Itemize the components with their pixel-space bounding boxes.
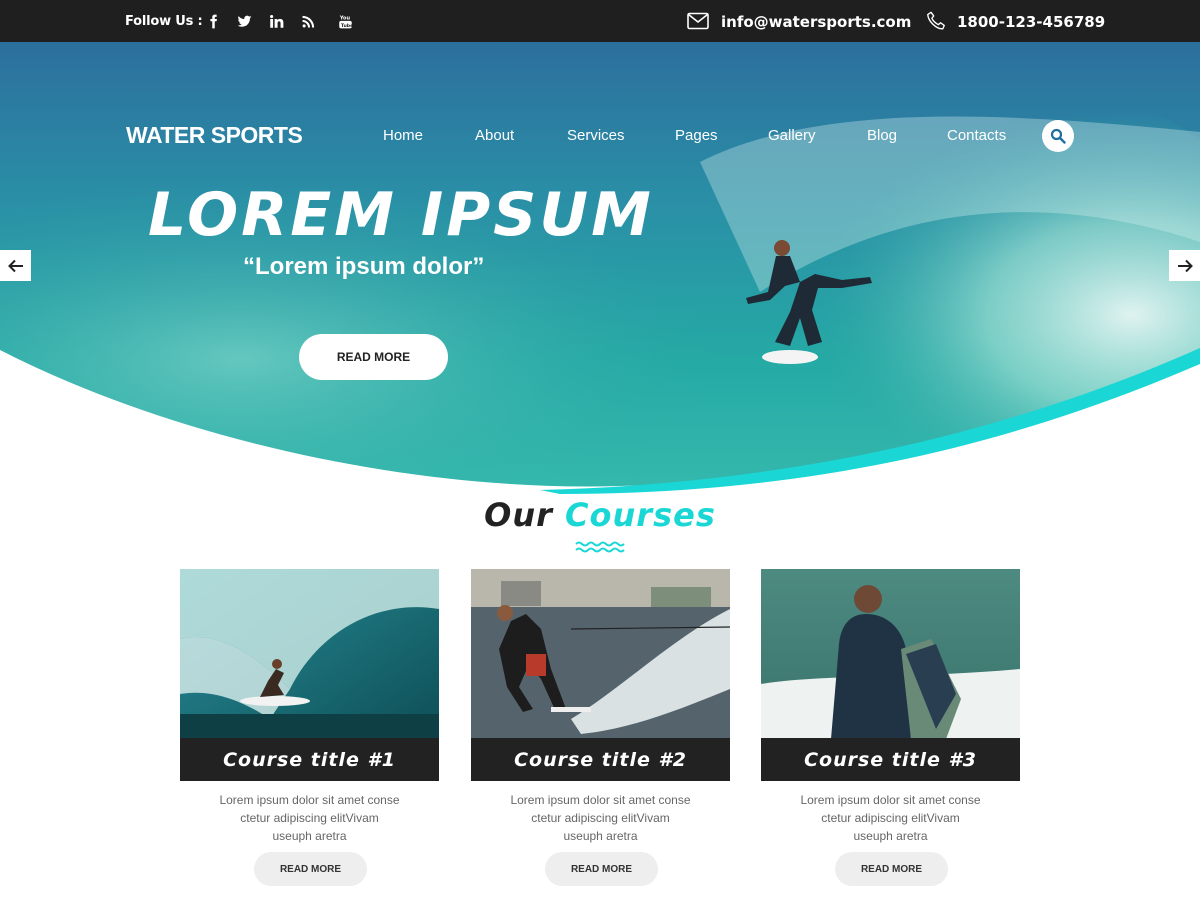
svg-text:You: You [338, 15, 350, 21]
nav-about[interactable]: About [475, 127, 514, 144]
hero-banner: WATER SPORTS Home About Services Pages G… [0, 42, 1200, 494]
course-description-line: Lorem ipsum dolor sit amet conse [510, 793, 691, 807]
contact-phone[interactable]: 1800-123-456789 [957, 13, 1105, 31]
course-read-more-button-2[interactable]: READ MORE [545, 852, 658, 886]
course-image-1[interactable] [180, 569, 439, 739]
arrow-left-icon [7, 259, 23, 272]
course-title-3[interactable]: Course title #3 [761, 738, 1020, 781]
twitter-icon[interactable] [235, 12, 253, 30]
search-icon [1050, 128, 1066, 144]
search-button[interactable] [1042, 120, 1074, 152]
slider-prev-button[interactable] [0, 250, 31, 281]
course-description-line: ctetur adipiscing elitVivam [240, 811, 379, 825]
follow-us-label: Follow Us : [125, 14, 203, 29]
course-description-1: Lorem ipsum dolor sit amet conse ctetur … [180, 791, 439, 845]
course-description-line: useuph aretra [853, 829, 928, 843]
courses-heading-word2: Courses [565, 496, 716, 534]
hero-read-more-button[interactable]: READ MORE [299, 334, 448, 380]
hero-subtitle: “Lorem ipsum dolor” [243, 253, 485, 280]
course-description-line: useuph aretra [272, 829, 347, 843]
course-title-1[interactable]: Course title #1 [180, 738, 439, 781]
contact-email[interactable]: info@watersports.com [721, 13, 911, 31]
wave-divider-icon [575, 541, 625, 553]
course-description-line: useuph aretra [563, 829, 638, 843]
nav-services[interactable]: Services [567, 127, 625, 144]
course-read-more-button-1[interactable]: READ MORE [254, 852, 367, 886]
course-description-line: ctetur adipiscing elitVivam [821, 811, 960, 825]
nav-gallery[interactable]: Gallery [768, 127, 816, 144]
hero-wave-image [0, 42, 1200, 494]
course-description-line: Lorem ipsum dolor sit amet conse [219, 793, 400, 807]
nav-blog[interactable]: Blog [867, 127, 897, 144]
svg-text:Tube: Tube [340, 22, 352, 28]
course-description-line: ctetur adipiscing elitVivam [531, 811, 670, 825]
linkedin-icon[interactable] [267, 12, 285, 30]
course-read-more-button-3[interactable]: READ MORE [835, 852, 948, 886]
nav-pages[interactable]: Pages [675, 127, 718, 144]
top-bar: Follow Us : You Tube info@watersports.com… [0, 0, 1200, 42]
courses-heading-word1: Our [484, 496, 553, 534]
envelope-icon [687, 12, 709, 30]
hero-title: LOREM IPSUM [148, 180, 654, 250]
facebook-icon[interactable] [204, 12, 222, 30]
course-description-line: Lorem ipsum dolor sit amet conse [800, 793, 981, 807]
slider-next-button[interactable] [1169, 250, 1200, 281]
nav-contacts[interactable]: Contacts [947, 127, 1006, 144]
rss-icon[interactable] [299, 12, 317, 30]
course-image-2[interactable] [471, 569, 730, 739]
arrow-right-icon [1177, 259, 1193, 272]
courses-heading: Our Courses [0, 496, 1200, 534]
course-description-2: Lorem ipsum dolor sit amet conse ctetur … [471, 791, 730, 845]
course-image-3[interactable] [761, 569, 1020, 739]
course-description-3: Lorem ipsum dolor sit amet conse ctetur … [761, 791, 1020, 845]
nav-home[interactable]: Home [383, 127, 423, 144]
youtube-icon[interactable]: You Tube [336, 12, 354, 30]
phone-icon [927, 11, 945, 30]
course-title-2[interactable]: Course title #2 [471, 738, 730, 781]
site-logo[interactable]: WATER SPORTS [126, 122, 303, 149]
